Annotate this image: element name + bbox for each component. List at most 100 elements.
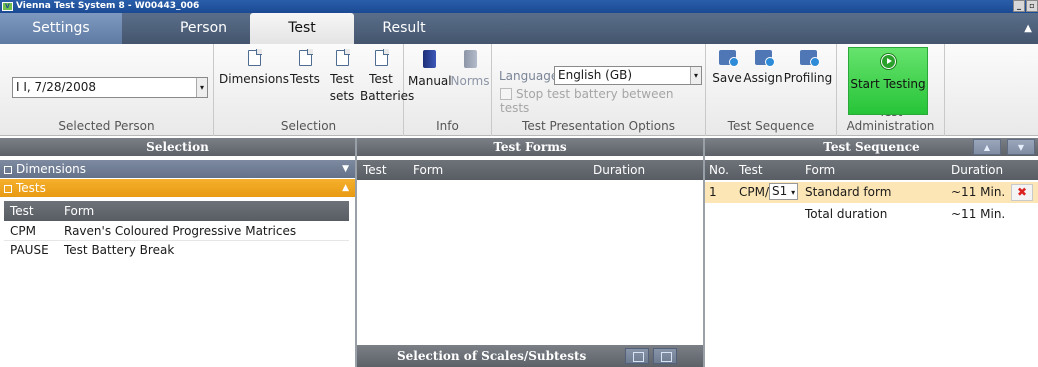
play-icon	[880, 54, 896, 69]
minimize-icon[interactable]: _	[1013, 0, 1025, 12]
folder-icon	[4, 166, 12, 174]
cell-test: CPM	[10, 224, 36, 238]
cell-test: PAUSE	[10, 243, 49, 257]
form-variant-select[interactable]: S1 ▾	[769, 182, 799, 203]
chevron-up-icon: ▲	[342, 183, 349, 193]
window-title: Vienna Test System 8 - W00443_006	[16, 1, 200, 11]
assign-sequence-button[interactable]: Assign	[743, 50, 783, 87]
chevron-down-icon: ▾	[791, 188, 796, 197]
chevron-down-icon: ▼	[342, 164, 349, 174]
sequence-table-header: No. Test Form Duration	[705, 160, 1038, 180]
selected-person-value: I I, 7/28/2008	[16, 80, 97, 94]
document-icon	[247, 49, 262, 66]
column-form[interactable]: Form	[413, 160, 443, 180]
column-form[interactable]: Form	[64, 201, 94, 221]
app-logo-icon: V	[2, 2, 13, 11]
forms-table-header: Test Form Duration	[357, 160, 703, 180]
document-icon	[298, 49, 313, 66]
cell-form: Standard form	[805, 185, 892, 199]
sequence-profiling-icon	[799, 50, 820, 67]
test-forms-panel-title: Test Forms	[357, 138, 703, 156]
tab-person[interactable]: Person	[122, 13, 245, 44]
language-label: Language	[499, 69, 559, 83]
chevron-down-icon[interactable]: ▾	[196, 78, 207, 97]
group-presentation-options: Language English (GB) ▾ Stop test batter…	[492, 44, 706, 136]
restore-icon[interactable]: ▫	[1026, 0, 1038, 12]
column-form[interactable]: Form	[805, 160, 835, 180]
test-sequence-title-text: Test Sequence	[823, 140, 920, 154]
category-dimensions[interactable]: Dimensions ▼	[0, 160, 355, 178]
group-label: Test Sequence	[727, 119, 815, 133]
folder-icon	[4, 185, 12, 193]
selection-table-header: Test Form	[4, 201, 349, 221]
language-value: English (GB)	[558, 68, 633, 82]
table-row[interactable]: 1 CPM/ S1 ▾ Standard form ~11 Min.	[705, 182, 1038, 203]
book-icon	[422, 50, 436, 68]
group-test-sequence: Save Assign Profiling Test Sequence	[706, 44, 837, 136]
group-selection: Dimensions Tests Test sets Test Batterie…	[214, 44, 414, 136]
sequence-save-icon	[718, 50, 739, 67]
manual-button[interactable]: Manual	[408, 50, 452, 90]
window-titlebar: V Vienna Test System 8 - W00443_006 _ ▫	[0, 0, 1038, 13]
column-duration[interactable]: Duration	[951, 160, 1003, 180]
ribbon: I I, 7/28/2008 ▾ Selected Person Dimensi…	[0, 44, 1038, 136]
total-duration-label: Total duration	[805, 207, 888, 221]
scales-view-icon[interactable]	[625, 348, 649, 364]
save-sequence-button[interactable]: Save	[712, 50, 742, 87]
table-row[interactable]: CPM Raven's Coloured Progressive Matrice…	[4, 222, 349, 241]
cell-duration: ~11 Min.	[951, 185, 1006, 199]
move-up-icon[interactable]: ▲	[973, 139, 1001, 155]
test-sequence-panel: No. Test Form Duration 1 CPM/ S1 ▾ Stand…	[705, 156, 1038, 367]
sequence-assign-icon	[754, 50, 775, 67]
group-label: Selection	[280, 119, 337, 133]
start-testing-button[interactable]: Start Testing	[848, 47, 928, 115]
stop-between-tests-option[interactable]: Stop test battery between tests	[500, 87, 705, 115]
tab-test[interactable]: Test	[250, 13, 354, 44]
total-duration-row: Total duration ~11 Min.	[705, 205, 1038, 224]
selection-panel-title: Selection	[0, 138, 355, 156]
group-info: Manual Norms Info	[404, 44, 492, 136]
category-tests[interactable]: Tests ▲	[0, 179, 355, 197]
norms-button[interactable]: Norms	[450, 50, 490, 90]
column-duration[interactable]: Duration	[593, 160, 645, 180]
dimensions-button[interactable]: Dimensions	[219, 49, 289, 88]
cell-test: CPM/	[739, 185, 770, 199]
delete-row-icon[interactable]: ✖	[1011, 184, 1033, 201]
move-down-icon[interactable]: ▼	[1007, 139, 1035, 155]
selected-person-combo[interactable]: I I, 7/28/2008 ▾	[12, 77, 208, 98]
column-test[interactable]: Test	[739, 160, 763, 180]
group-label: Test Presentation Options	[522, 119, 675, 133]
form-variant-value: S1	[772, 184, 788, 198]
cell-no: 1	[709, 185, 717, 199]
column-test[interactable]: Test	[10, 201, 34, 221]
scales-subtests-title: Selection of Scales/Subtests	[397, 349, 587, 363]
window-controls: _ ▫	[1012, 0, 1038, 13]
chevron-down-icon[interactable]: ▾	[690, 67, 701, 84]
group-label: Selected Person	[58, 119, 155, 133]
cell-form: Raven's Coloured Progressive Matrices	[64, 224, 297, 238]
document-icon	[335, 49, 350, 66]
document-icon	[374, 49, 389, 66]
tests-button[interactable]: Tests	[288, 49, 322, 88]
main-tabs: Settings Person Test Result ▲	[0, 13, 1038, 44]
column-no[interactable]: No.	[709, 160, 729, 180]
tab-result[interactable]: Result	[354, 13, 454, 44]
profiling-button[interactable]: Profiling	[782, 50, 834, 87]
test-sequence-panel-title: Test Sequence ▲ ▼	[705, 138, 1038, 156]
column-test[interactable]: Test	[363, 160, 387, 180]
test-batteries-button[interactable]: Test Batteries	[360, 49, 414, 105]
stop-between-tests-checkbox[interactable]	[500, 88, 512, 100]
test-sets-button[interactable]: Test sets	[320, 49, 364, 105]
total-duration-value: ~11 Min.	[951, 207, 1006, 221]
ribbon-collapse-icon[interactable]: ▲	[1024, 23, 1032, 34]
book-icon	[463, 50, 477, 68]
scales-subtests-bar: Selection of Scales/Subtests	[357, 345, 703, 367]
group-selected-person: I I, 7/28/2008 ▾ Selected Person	[0, 44, 214, 136]
test-forms-panel: Test Form Duration Selection of Scales/S…	[357, 156, 703, 367]
table-row[interactable]: PAUSE Test Battery Break	[4, 241, 349, 260]
selection-panel: Dimensions ▼ Tests ▲ Test Form CPM Raven…	[0, 156, 355, 367]
group-label: Info	[436, 119, 459, 133]
language-select[interactable]: English (GB) ▾	[554, 66, 702, 85]
scales-window-icon[interactable]	[653, 348, 677, 364]
tab-settings[interactable]: Settings	[0, 13, 122, 44]
